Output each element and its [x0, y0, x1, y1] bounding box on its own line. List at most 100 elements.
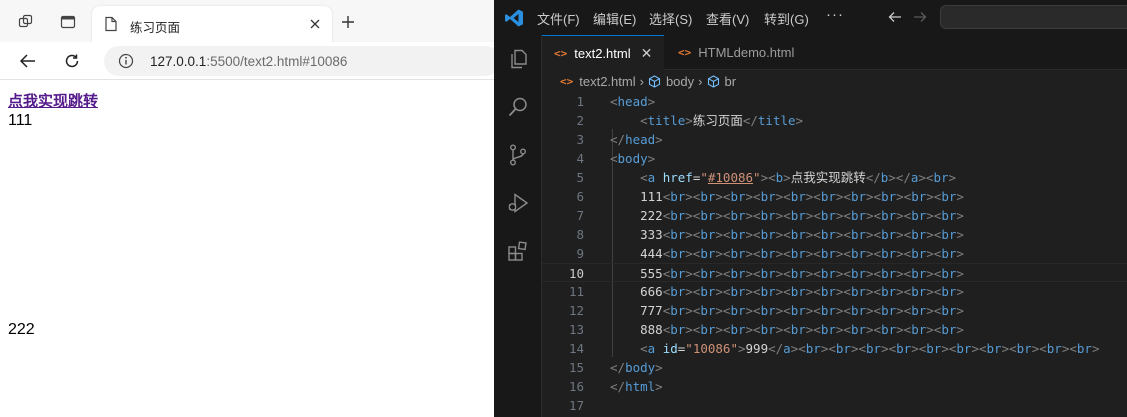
- code-token: br: [911, 322, 927, 337]
- code-token: br: [911, 246, 927, 261]
- run-debug-icon[interactable]: [506, 191, 530, 215]
- code-token: br: [790, 266, 806, 281]
- code-line[interactable]: 9 444<br><br><br><br><br><br><br><br><br…: [542, 244, 1127, 263]
- back-arrow-icon[interactable]: [14, 49, 42, 73]
- line-source: <head>: [610, 92, 655, 111]
- refresh-icon[interactable]: [58, 49, 86, 73]
- code-line[interactable]: 17: [542, 396, 1127, 415]
- code-token: br: [835, 341, 851, 356]
- explorer-files-icon[interactable]: [506, 47, 530, 71]
- code-token: br: [730, 303, 746, 318]
- code-token: br: [670, 322, 686, 337]
- breadcrumb-br[interactable]: br: [725, 74, 737, 89]
- code-token: ><: [775, 284, 791, 299]
- menu-go[interactable]: 转到(G): [764, 9, 809, 28]
- url-field[interactable]: 127.0.0.1:5500/text2.html#10086: [104, 46, 494, 76]
- code-token: br: [790, 227, 806, 242]
- code-line[interactable]: 16 </html>: [542, 377, 1127, 396]
- code-line[interactable]: 12 777<br><br><br><br><br><br><br><br><b…: [542, 301, 1127, 320]
- code-token: ><: [685, 246, 701, 261]
- close-tab-icon[interactable]: [306, 15, 324, 33]
- menu-edit[interactable]: 编辑(E): [593, 9, 636, 28]
- line-number: 3: [576, 132, 584, 147]
- code-token: >: [956, 208, 964, 223]
- close-editor-tab-icon[interactable]: ✕: [641, 45, 653, 62]
- breadcrumb-file[interactable]: text2.html: [579, 74, 635, 89]
- nav-back-icon[interactable]: [887, 9, 903, 30]
- line-source: </head>: [610, 130, 663, 149]
- code-token: >: [956, 266, 964, 281]
- code-editor[interactable]: 1 <head> 2 <title>练习页面</title> 3 </head> 4 <bo…: [542, 92, 1127, 417]
- code-token: ><: [926, 246, 942, 261]
- nav-forward-icon[interactable]: [912, 9, 928, 30]
- line-source: 222<br><br><br><br><br><br><br><br><br><…: [610, 206, 964, 225]
- code-token: <: [640, 170, 648, 185]
- code-line[interactable]: 1 <head>: [542, 92, 1127, 111]
- code-token: br: [820, 322, 836, 337]
- code-token: br: [670, 284, 686, 299]
- code-line[interactable]: 3 </head>: [542, 130, 1127, 149]
- code-token: ><: [896, 322, 912, 337]
- code-token: ><: [866, 266, 882, 281]
- code-token: 888: [610, 322, 663, 337]
- code-line[interactable]: 5 <a href="#10086"><b>点我实现跳转</b></a><br>: [542, 168, 1127, 187]
- code-token: br: [670, 208, 686, 223]
- document-icon: [104, 16, 118, 37]
- code-line[interactable]: 14 <a id="10086">999</a><br><br><br><br>…: [542, 339, 1127, 358]
- code-token: br: [790, 303, 806, 318]
- code-token: br: [820, 303, 836, 318]
- code-token: ><: [685, 322, 701, 337]
- vscode-logo-icon: [504, 8, 524, 33]
- line-number: 15: [568, 360, 584, 375]
- code-line[interactable]: 2 <title>练习页面</title>: [542, 111, 1127, 130]
- code-token: br: [850, 208, 867, 223]
- editor-tab-text2[interactable]: <> text2.html ✕: [542, 35, 664, 70]
- code-token: head: [617, 94, 648, 109]
- code-line[interactable]: 7 222<br><br><br><br><br><br><br><br><br…: [542, 206, 1127, 225]
- code-token: ><: [835, 322, 851, 337]
- line-source: 444<br><br><br><br><br><br><br><br><br><…: [610, 244, 964, 263]
- code-token: br: [820, 208, 836, 223]
- code-line[interactable]: 4 <body>: [542, 149, 1127, 168]
- code-token: ><: [775, 303, 791, 318]
- code-token: br: [911, 284, 927, 299]
- menu-file[interactable]: 文件(F): [537, 9, 580, 28]
- browser-tab-active[interactable]: 练习页面: [92, 6, 332, 42]
- editor-tab-label: HTMLdemo.html: [698, 45, 795, 60]
- new-tab-plus-icon[interactable]: [336, 10, 360, 34]
- code-token: br: [911, 303, 927, 318]
- tab-actions-icon[interactable]: [54, 8, 82, 36]
- code-line[interactable]: 15 </body>: [542, 358, 1127, 377]
- menu-selection[interactable]: 选择(S): [649, 9, 692, 28]
- code-line[interactable]: 11 666<br><br><br><br><br><br><br><br><b…: [542, 282, 1127, 301]
- search-icon[interactable]: [506, 95, 530, 119]
- extensions-icon[interactable]: [506, 239, 530, 263]
- jump-link[interactable]: 点我实现跳转: [8, 90, 98, 111]
- code-token: <: [610, 151, 618, 166]
- site-info-icon[interactable]: [118, 53, 134, 74]
- source-control-icon[interactable]: [506, 143, 530, 167]
- menu-view[interactable]: 查看(V): [706, 9, 749, 28]
- more-menus-icon[interactable]: ···: [826, 6, 844, 23]
- code-token: ><: [820, 341, 836, 356]
- code-token: ><: [926, 266, 942, 281]
- code-token: ><: [881, 341, 897, 356]
- code-token: br: [911, 227, 927, 242]
- editor-tab-htmldemo[interactable]: <> HTMLdemo.html: [666, 35, 816, 70]
- browser-window: 练习页面 127.0.0.1:5500/text2.html#10086 点我实…: [0, 0, 494, 417]
- command-center-search[interactable]: [940, 5, 1127, 29]
- code-token: ><: [926, 322, 942, 337]
- code-token: ><: [941, 341, 957, 356]
- code-token: >: [655, 379, 663, 394]
- workspaces-icon[interactable]: [12, 8, 40, 36]
- code-line[interactable]: 6 111<br><br><br><br><br><br><br><br><br…: [542, 187, 1127, 206]
- code-line[interactable]: 8 333<br><br><br><br><br><br><br><br><br…: [542, 225, 1127, 244]
- code-token: </: [610, 132, 626, 147]
- code-line[interactable]: 10 555<br><br><br><br><br><br><br><br><b…: [542, 263, 1127, 282]
- code-token: br: [820, 266, 836, 281]
- line-source: </body>: [610, 358, 663, 377]
- code-line[interactable]: 13 888<br><br><br><br><br><br><br><br><b…: [542, 320, 1127, 339]
- breadcrumb-body[interactable]: body: [666, 74, 694, 89]
